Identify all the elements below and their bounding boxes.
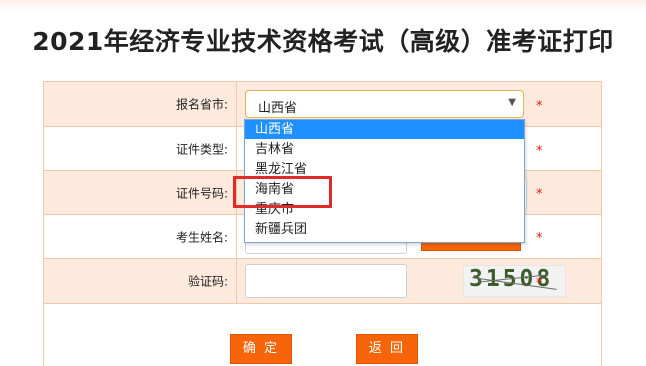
back-button[interactable]: 返 回 xyxy=(356,334,418,364)
captcha-label: 验证码: xyxy=(187,274,228,289)
name-label: 考生姓名: xyxy=(175,230,228,244)
dropdown-option[interactable]: 吉林省 xyxy=(245,140,524,159)
required-mark: * xyxy=(536,187,543,202)
row-captcha: 验证码: 31508 * xyxy=(44,259,601,304)
top-gradient xyxy=(0,0,646,12)
label-cell: 验证码: xyxy=(44,259,237,303)
required-mark: * xyxy=(536,231,543,246)
label-cell: 证件号码: xyxy=(44,171,237,214)
dropdown-option[interactable]: 新疆兵团 xyxy=(245,220,524,239)
label-cell: 考生姓名: xyxy=(44,215,237,258)
dropdown-option[interactable]: 山西省 xyxy=(245,120,524,139)
id-type-label: 证件类型: xyxy=(175,142,228,156)
id-number-label: 证件号码: xyxy=(175,186,228,200)
captcha-input[interactable] xyxy=(245,264,407,298)
label-cell: 证件类型: xyxy=(44,127,237,170)
captcha-image[interactable]: 31508 xyxy=(463,265,566,297)
province-label: 报名省市: xyxy=(175,97,228,112)
highlight-annotation-box xyxy=(233,176,332,208)
required-mark: * xyxy=(536,144,543,159)
required-mark: * xyxy=(536,99,543,114)
page-title: 2021年经济专业技术资格考试（高级）准考证打印 xyxy=(32,27,614,56)
province-select-value: 山西省 xyxy=(258,101,298,116)
confirm-button[interactable]: 确 定 xyxy=(230,334,292,364)
label-cell: 报名省市: xyxy=(44,82,237,126)
province-select[interactable]: 山西省 ▼ xyxy=(245,90,524,118)
required-mark: * xyxy=(536,276,543,291)
chevron-down-icon[interactable]: ▼ xyxy=(508,97,516,108)
value-cell: 31508 xyxy=(237,259,601,303)
row-actions: 确 定 返 回 xyxy=(44,304,601,366)
